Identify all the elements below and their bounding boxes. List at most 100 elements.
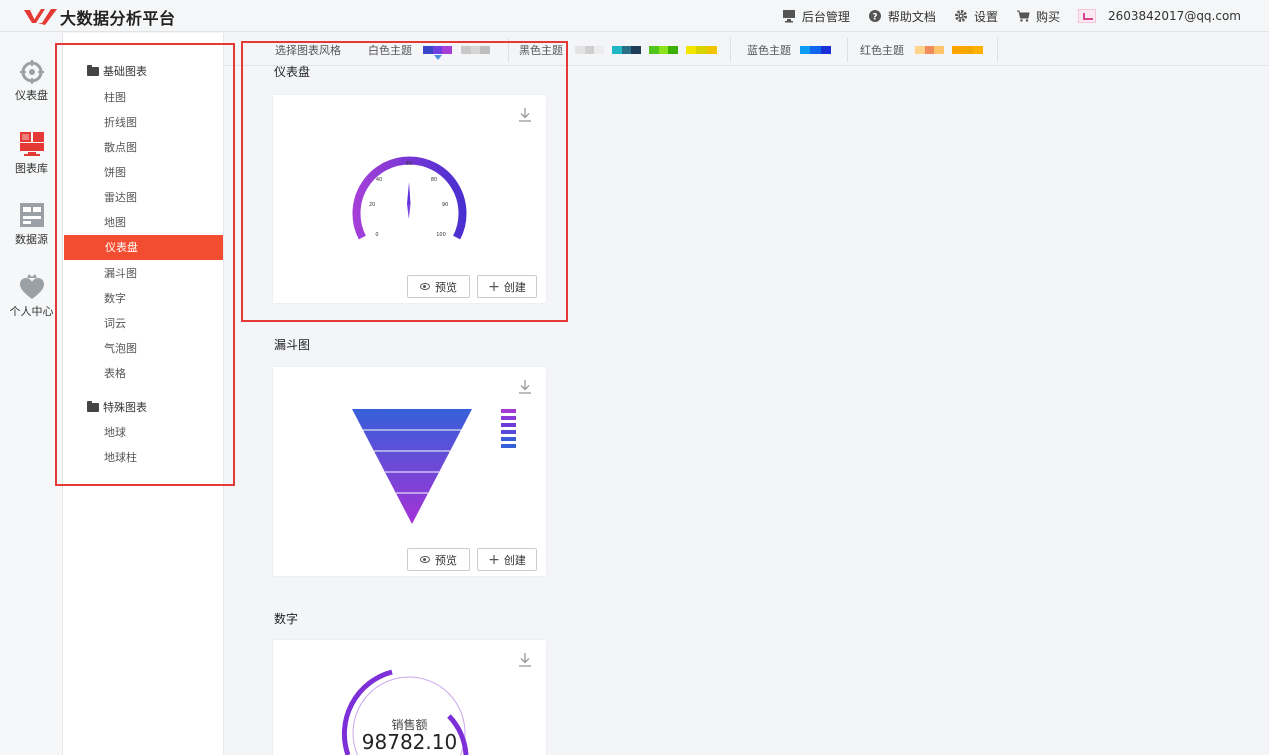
swatch-blue[interactable] (800, 46, 831, 54)
swatch-black-yellow[interactable] (686, 46, 717, 54)
create-button[interactable]: + 创建 (477, 548, 537, 571)
cart-icon (1016, 10, 1030, 22)
nav-datasource-label: 数据源 (15, 233, 48, 246)
theme-separator (847, 38, 848, 62)
group-basic-charts-label: 基础图表 (103, 65, 147, 78)
sidebar-item-bar[interactable]: 柱图 (63, 85, 224, 110)
swatch-black-green[interactable] (649, 46, 679, 54)
gauge-tick-100: 100 (436, 232, 446, 238)
group-special-charts[interactable]: 特殊图表 (87, 399, 147, 415)
gauge-needle (407, 182, 411, 204)
buy-link[interactable]: 购买 (1016, 8, 1060, 25)
brand[interactable]: 大数据分析平台 (24, 5, 176, 29)
icon-nav: 仪表盘 图表库 数据源 个人中心 (0, 33, 63, 755)
admin-label: 后台管理 (801, 9, 850, 24)
datasource-icon (19, 203, 44, 227)
sidebar-item-radar[interactable]: 雷达图 (63, 185, 224, 210)
sidebar-item-line[interactable]: 折线图 (63, 110, 224, 135)
theme-blue-label[interactable]: 蓝色主题 (747, 42, 791, 58)
gauge-tick-20: 20 (369, 202, 375, 208)
number-value: 98782.10 (361, 730, 458, 754)
funnel-card: 预览 + 创建 (273, 367, 546, 576)
sidebar-item-wordcloud[interactable]: 词云 (63, 311, 224, 336)
swatch-red-peach[interactable] (915, 46, 945, 54)
dashboard-icon (19, 60, 44, 84)
plus-icon: + (488, 278, 500, 295)
sidebar-item-bubble[interactable]: 气泡图 (63, 336, 224, 361)
gauge-card: 0 20 40 60 80 90 100 预览 + 创建 (273, 95, 546, 303)
admin-link[interactable]: 后台管理 (782, 8, 850, 25)
eye-icon (420, 283, 430, 290)
preview-button[interactable]: 预览 (407, 275, 470, 298)
funnel-legend (501, 409, 516, 448)
app-title: 大数据分析平台 (60, 9, 176, 28)
group-basic-charts[interactable]: 基础图表 (87, 63, 147, 79)
create-button[interactable]: + 创建 (477, 275, 537, 298)
swatch-black-teal[interactable] (612, 46, 642, 54)
gauge-tick-0: 0 (375, 232, 378, 238)
avatar (1077, 9, 1096, 23)
user-email: 2603842017@qq.com (1107, 9, 1241, 23)
theme-separator (997, 38, 998, 62)
section-title-funnel: 漏斗图 (274, 338, 311, 352)
nav-dashboard-label: 仪表盘 (15, 89, 48, 102)
theme-bar-label: 选择图表风格 (275, 44, 341, 57)
sidebar-item-number[interactable]: 数字 (63, 286, 224, 311)
theme-red-label[interactable]: 红色主题 (860, 42, 904, 58)
folder-icon (87, 64, 99, 76)
swatch-red-orange[interactable] (952, 46, 983, 54)
preview-button[interactable]: 预览 (407, 548, 470, 571)
nav-chart-library[interactable]: 图表库 (0, 130, 63, 176)
nav-datasource[interactable]: 数据源 (0, 201, 63, 247)
create-label: 创建 (503, 553, 526, 567)
help-label: 帮助文档 (887, 9, 936, 24)
settings-link[interactable]: 设置 (954, 8, 998, 25)
gauge-tick-90: 90 (442, 202, 448, 208)
svg-text:?: ? (872, 13, 877, 23)
sidebar-item-globe[interactable]: 地球 (63, 420, 224, 445)
gauge-tick-80: 80 (431, 177, 437, 183)
sidebar-item-gauge[interactable]: 仪表盘 (64, 235, 223, 260)
nav-user-center[interactable]: 个人中心 (0, 271, 63, 319)
swatch-white-purple[interactable] (423, 46, 453, 54)
sidebar-item-funnel[interactable]: 漏斗图 (63, 261, 224, 286)
chart-library-icon (19, 132, 44, 156)
top-bar: 大数据分析平台 后台管理 ? 帮助文档 设置 购买 2603842017@qq.… (0, 0, 1269, 32)
plus-icon: + (488, 551, 500, 568)
section-title-number: 数字 (274, 612, 299, 626)
theme-separator (508, 38, 509, 62)
buy-label: 购买 (1035, 9, 1060, 24)
selected-caret-icon (434, 55, 442, 60)
eye-icon (420, 556, 430, 563)
preview-label: 预览 (435, 280, 457, 294)
theme-separator (730, 38, 731, 62)
monitor-icon (782, 10, 795, 23)
number-card: 销售额 98782.10 (273, 640, 546, 755)
sidebar-item-map[interactable]: 地图 (63, 210, 224, 235)
user-menu[interactable]: 2603842017@qq.com (1077, 9, 1241, 23)
nav-user-center-label: 个人中心 (9, 305, 54, 318)
group-special-charts-label: 特殊图表 (103, 401, 147, 414)
sidebar-item-pie[interactable]: 饼图 (63, 160, 224, 185)
theme-bar: 选择图表风格 白色主题 黑色主题 蓝色主题 红色主题 (225, 33, 1269, 66)
category-sidebar: 基础图表 柱图 折线图 散点图 饼图 雷达图 地图 仪表盘 漏斗图 数字 词云 … (63, 33, 224, 755)
preview-label: 预览 (435, 553, 457, 567)
section-title-gauge: 仪表盘 (274, 65, 311, 79)
logo-icon (24, 9, 57, 25)
swatch-black-gray[interactable] (575, 46, 605, 54)
nav-dashboard[interactable]: 仪表盘 (0, 59, 63, 103)
swatch-white-gray[interactable] (461, 46, 491, 54)
create-label: 创建 (503, 280, 526, 294)
top-menu: 后台管理 ? 帮助文档 设置 购买 2603842017@qq.com (764, 0, 1241, 32)
settings-label: 设置 (973, 9, 998, 24)
theme-white-label[interactable]: 白色主题 (368, 42, 412, 58)
theme-black-label[interactable]: 黑色主题 (519, 42, 563, 58)
help-link[interactable]: ? 帮助文档 (868, 8, 936, 25)
funnel-preview (352, 409, 516, 524)
sidebar-item-table[interactable]: 表格 (63, 361, 224, 386)
sidebar-item-scatter[interactable]: 散点图 (63, 135, 224, 160)
gauge-tick-40: 40 (376, 177, 382, 183)
sidebar-item-globe-bar[interactable]: 地球柱 (63, 445, 224, 470)
user-center-icon (19, 274, 44, 299)
help-icon: ? (868, 10, 881, 23)
